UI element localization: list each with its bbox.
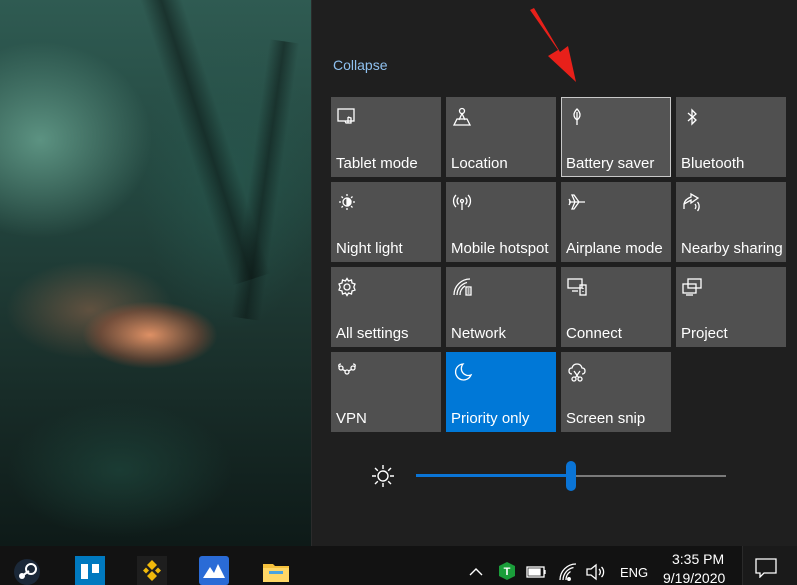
tile-label: Nearby sharing	[681, 240, 783, 257]
binance-icon[interactable]	[137, 556, 167, 585]
tile-location[interactable]: Location	[446, 97, 556, 177]
tile-battery-saver[interactable]: Battery saver	[561, 97, 671, 177]
vpn-icon	[336, 361, 358, 383]
tile-label: Location	[451, 155, 508, 172]
bluetooth-icon	[681, 106, 703, 128]
battery-saver-icon	[566, 106, 588, 128]
tile-project[interactable]: Project	[676, 267, 786, 347]
brightness-slider-fill	[416, 474, 571, 477]
tile-network[interactable]: Network	[446, 267, 556, 347]
trello-icon[interactable]	[75, 556, 105, 585]
moon-icon	[451, 361, 473, 383]
file-explorer-icon[interactable]	[261, 556, 291, 585]
tile-label: Project	[681, 325, 728, 342]
annotation-arrow	[524, 6, 584, 86]
clock-time[interactable]: 3:35 PM	[672, 551, 724, 567]
tile-screen-snip[interactable]: Screen snip	[561, 352, 671, 432]
app-icon[interactable]	[199, 556, 229, 585]
tile-label: Airplane mode	[566, 240, 663, 257]
screen-snip-icon	[566, 361, 588, 383]
tile-label: VPN	[336, 410, 367, 427]
tile-tablet-mode[interactable]: Tablet mode	[331, 97, 441, 177]
tile-nearby-sharing[interactable]: Nearby sharing	[676, 182, 786, 262]
project-icon	[681, 276, 703, 298]
volume-icon[interactable]	[585, 562, 607, 582]
tablet-mode-icon	[336, 106, 358, 128]
tile-priority-only[interactable]: Priority only	[446, 352, 556, 432]
brightness-slider-thumb[interactable]	[566, 461, 576, 491]
night-light-icon	[336, 191, 358, 213]
tile-night-light[interactable]: Night light	[331, 182, 441, 262]
wallpaper-detail	[230, 39, 300, 321]
tile-label: Priority only	[451, 410, 530, 427]
collapse-link[interactable]: Collapse	[333, 57, 387, 73]
clock-date[interactable]: 9/19/2020	[663, 570, 725, 585]
tile-label: Bluetooth	[681, 155, 745, 172]
notification-icon	[755, 558, 777, 582]
language-indicator[interactable]: ENG	[620, 565, 648, 580]
tile-vpn[interactable]: VPN	[331, 352, 441, 432]
battery-icon[interactable]	[526, 564, 548, 584]
nearby-sharing-icon	[681, 191, 703, 213]
tray-t-icon[interactable]: T	[497, 561, 517, 581]
desktop-wallpaper	[0, 0, 311, 546]
tile-mobile-hotspot[interactable]: Mobile hotspot	[446, 182, 556, 262]
location-icon	[451, 106, 473, 128]
tile-label: Network	[451, 325, 507, 342]
tile-connect[interactable]: Connect	[561, 267, 671, 347]
svg-text:T: T	[504, 566, 511, 578]
chevron-up-icon[interactable]	[468, 564, 484, 584]
mobile-hotspot-icon	[451, 191, 473, 213]
gear-icon	[336, 276, 358, 298]
steam-icon[interactable]	[12, 556, 42, 585]
tile-bluetooth[interactable]: Bluetooth	[676, 97, 786, 177]
tile-label: Battery saver	[566, 155, 655, 172]
notifications-button[interactable]	[742, 546, 797, 585]
tile-label: Night light	[336, 240, 403, 257]
tile-label: Mobile hotspot	[451, 240, 549, 257]
wifi-icon[interactable]	[558, 562, 578, 582]
airplane-icon	[566, 191, 588, 213]
connect-icon	[566, 276, 588, 298]
tile-label: Screen snip	[566, 410, 646, 427]
tile-airplane-mode[interactable]: Airplane mode	[561, 182, 671, 262]
tile-label: Tablet mode	[336, 155, 418, 172]
tile-label: Connect	[566, 325, 622, 342]
brightness-icon	[370, 463, 396, 489]
network-icon	[451, 276, 473, 298]
tile-label: All settings	[336, 325, 409, 342]
tile-all-settings[interactable]: All settings	[331, 267, 441, 347]
